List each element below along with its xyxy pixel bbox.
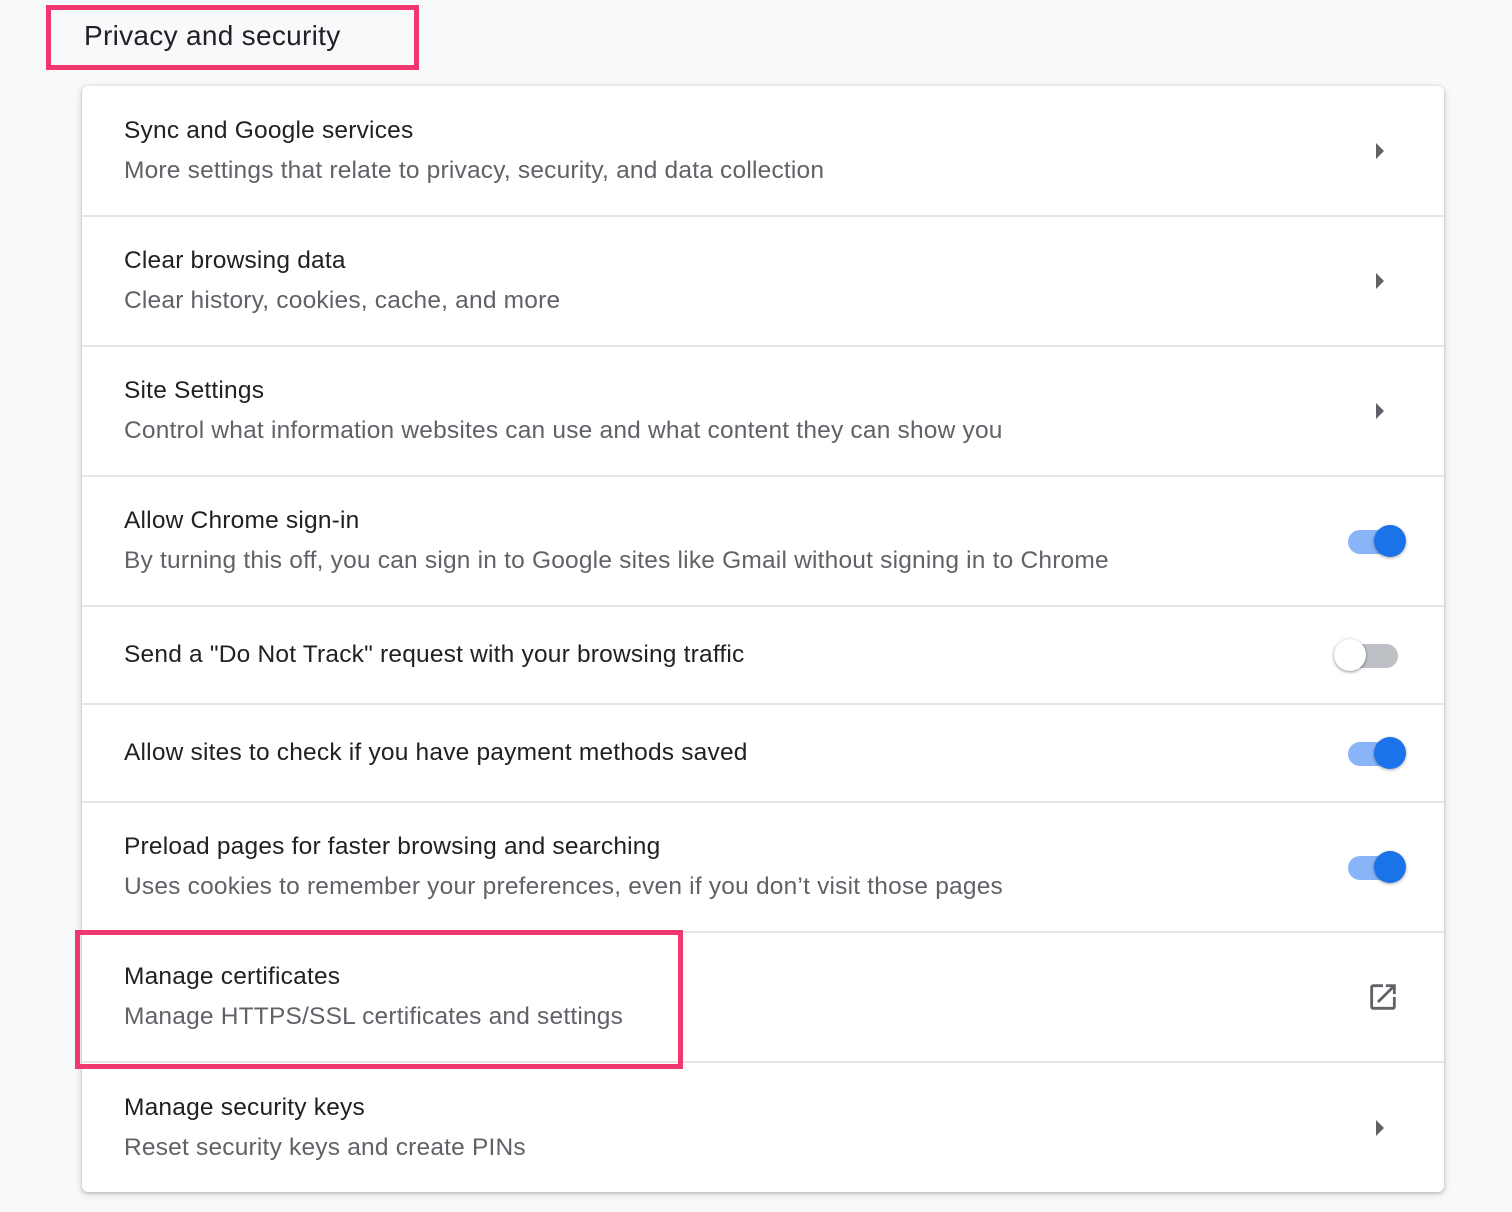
row-site-settings[interactable]: Site Settings Control what information w…: [82, 345, 1444, 475]
toggle-knob: [1374, 525, 1406, 557]
toggle-knob: [1374, 851, 1406, 883]
row-label: Site Settings: [124, 377, 265, 404]
chevron-right-icon[interactable]: [1376, 1119, 1384, 1136]
chevron-right-icon[interactable]: [1376, 273, 1384, 289]
toggle-knob: [1334, 639, 1366, 671]
row-sublabel: By turning this off, you can sign in to …: [124, 547, 1109, 574]
settings-card: Sync and Google services More settings t…: [82, 86, 1444, 1192]
row-sublabel: Reset security keys and create PINs: [124, 1133, 526, 1161]
row-clear-browsing-data[interactable]: Clear browsing data Clear history, cooki…: [82, 215, 1444, 345]
row-sublabel: Manage HTTPS/SSL certificates and settin…: [124, 1003, 624, 1030]
preload-pages-toggle[interactable]: [1346, 851, 1406, 883]
row-allow-chrome-sign-in: Allow Chrome sign-in By turning this off…: [82, 475, 1444, 605]
payment-methods-toggle[interactable]: [1346, 737, 1406, 769]
row-do-not-track: Send a "Do Not Track" request with your …: [82, 605, 1444, 703]
row-sublabel: Uses cookies to remember your preference…: [124, 873, 1003, 900]
row-sublabel: Control what information websites can us…: [124, 417, 1003, 444]
chevron-right-icon[interactable]: [1376, 142, 1384, 159]
row-manage-security-keys[interactable]: Manage security keys Reset security keys…: [82, 1061, 1444, 1192]
row-label: Clear browsing data: [124, 247, 346, 274]
row-label: Manage security keys: [124, 1093, 365, 1121]
open-in-new-icon[interactable]: [1366, 980, 1400, 1014]
chrome-sign-in-toggle[interactable]: [1346, 525, 1406, 557]
row-label: Preload pages for faster browsing and se…: [124, 833, 661, 860]
row-label: Sync and Google services: [124, 116, 414, 144]
row-label: Manage certificates: [124, 963, 341, 990]
do-not-track-toggle[interactable]: [1334, 639, 1398, 671]
toggle-knob: [1374, 737, 1406, 769]
row-label: Allow sites to check if you have payment…: [124, 739, 748, 766]
row-label: Allow Chrome sign-in: [124, 507, 360, 534]
row-manage-certificates[interactable]: Manage certificates Manage HTTPS/SSL cer…: [82, 931, 1444, 1061]
row-sublabel: Clear history, cookies, cache, and more: [124, 287, 561, 314]
row-label: Send a "Do Not Track" request with your …: [124, 641, 745, 668]
row-payment-methods: Allow sites to check if you have payment…: [82, 703, 1444, 801]
row-preload-pages: Preload pages for faster browsing and se…: [82, 801, 1444, 931]
section-title: Privacy and security: [84, 20, 341, 51]
row-sync-google-services[interactable]: Sync and Google services More settings t…: [82, 86, 1444, 215]
chevron-right-icon[interactable]: [1376, 403, 1384, 419]
row-sublabel: More settings that relate to privacy, se…: [124, 156, 825, 184]
